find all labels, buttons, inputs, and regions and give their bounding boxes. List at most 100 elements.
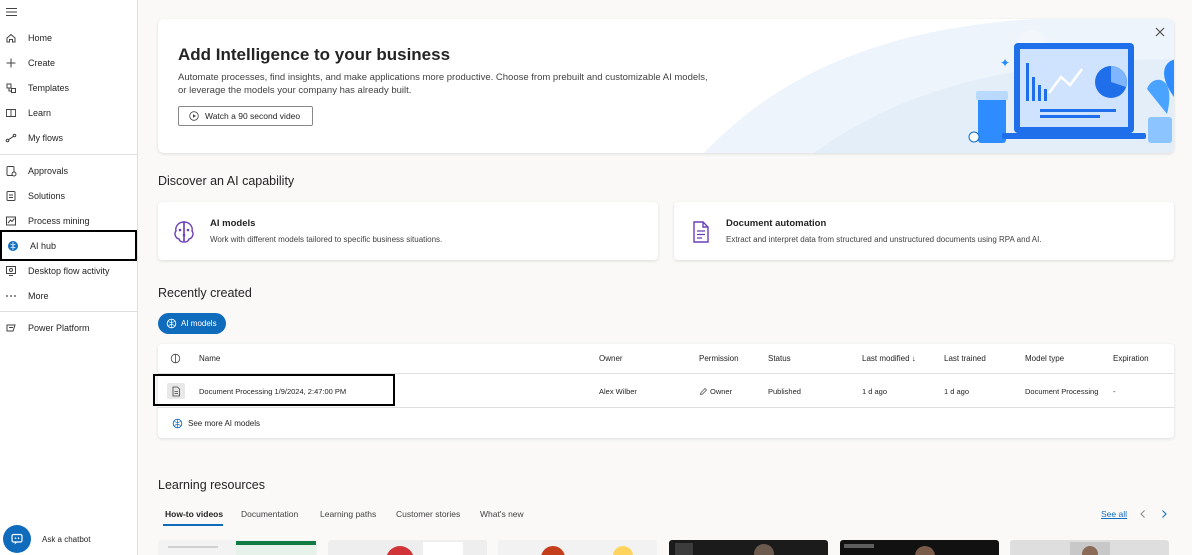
plus-icon bbox=[5, 57, 17, 69]
see-more-label: See more AI models bbox=[188, 419, 261, 428]
nav-item-label: Learn bbox=[28, 108, 52, 118]
ai-models-filter-pill[interactable]: AI models bbox=[158, 313, 226, 334]
nav-divider bbox=[0, 154, 138, 155]
tab-customer-stories[interactable]: Customer stories bbox=[396, 509, 460, 519]
video-thumbnail[interactable] bbox=[840, 540, 999, 555]
last-trained-cell: 1 d ago bbox=[944, 387, 970, 396]
nav-item-desktop-flow-activity[interactable]: Desktop flow activity bbox=[0, 259, 138, 283]
nav-item-label: Home bbox=[28, 33, 53, 43]
close-icon[interactable] bbox=[1154, 26, 1166, 38]
nav-item-label: Create bbox=[28, 58, 56, 68]
document-automation-icon bbox=[693, 221, 709, 243]
nav-item-solutions[interactable]: Solutions bbox=[0, 184, 138, 208]
column-header-last-trained[interactable]: Last trained bbox=[944, 354, 986, 363]
row-divider bbox=[158, 407, 1174, 408]
tab-whats-new[interactable]: What's new bbox=[480, 509, 524, 519]
nav-item-approvals[interactable]: Approvals bbox=[0, 159, 138, 183]
power-platform-icon bbox=[5, 322, 17, 334]
pencil-icon bbox=[700, 388, 707, 395]
column-header-permission[interactable]: Permission bbox=[699, 354, 739, 363]
watch-video-button[interactable]: Watch a 90 second video bbox=[178, 106, 314, 126]
nav-item-label: Approvals bbox=[28, 166, 69, 176]
tab-learning-paths[interactable]: Learning paths bbox=[320, 509, 376, 519]
nav-item-create[interactable]: Create bbox=[0, 51, 138, 75]
see-more-ai-models-link[interactable]: See more AI models bbox=[172, 418, 260, 429]
document-automation-card[interactable]: Document automation Extract and interpre… bbox=[674, 202, 1174, 260]
ai-models-card[interactable]: AI models Work with different models tai… bbox=[158, 202, 658, 260]
nav-item-label: Desktop flow activity bbox=[28, 266, 110, 276]
play-icon bbox=[189, 111, 199, 121]
last-modified-cell: 1 d ago bbox=[862, 387, 888, 396]
chatbot-label: Ask a chatbot bbox=[42, 534, 91, 544]
nav-item-label: More bbox=[28, 291, 49, 301]
permission-label: Owner bbox=[710, 387, 733, 396]
recently-created-title: Recently created bbox=[158, 286, 252, 300]
ai-models-icon bbox=[174, 221, 194, 243]
video-thumbnail[interactable] bbox=[498, 540, 657, 555]
column-header-model-type[interactable]: Model type bbox=[1025, 354, 1064, 363]
chevron-left-icon[interactable] bbox=[1138, 509, 1148, 519]
column-header-last-modified[interactable]: Last modified ↓ bbox=[862, 354, 916, 363]
approvals-icon bbox=[5, 165, 17, 177]
document-automation-card-title: Document automation bbox=[726, 218, 827, 229]
video-thumbnail[interactable] bbox=[669, 540, 828, 555]
nav-item-templates[interactable]: Templates bbox=[0, 76, 138, 100]
video-thumbnail[interactable] bbox=[158, 540, 317, 555]
tab-documentation[interactable]: Documentation bbox=[241, 509, 298, 519]
nav-item-ai-hub[interactable]: AI hub bbox=[0, 230, 137, 261]
chevron-right-icon[interactable] bbox=[1159, 509, 1169, 519]
discover-section-title: Discover an AI capability bbox=[158, 174, 295, 188]
nav-item-learn[interactable]: Learn bbox=[0, 101, 138, 125]
nav-item-label: My flows bbox=[28, 133, 64, 143]
highlight-box bbox=[153, 374, 395, 406]
more-icon bbox=[5, 290, 17, 302]
svg-text:✦: ✦ bbox=[1000, 56, 1010, 70]
nav-item-my-flows[interactable]: My flows bbox=[0, 126, 138, 150]
video-thumbnail[interactable] bbox=[1010, 540, 1169, 555]
ai-models-icon bbox=[166, 318, 177, 329]
nav-item-label: Process mining bbox=[28, 216, 90, 226]
home-icon bbox=[5, 32, 17, 44]
hero-description: Automate processes, find insights, and m… bbox=[178, 72, 708, 96]
model-type-cell: Document Processing bbox=[1025, 387, 1099, 396]
nav-item-label: Solutions bbox=[28, 191, 66, 201]
hero-banner: ✦ Add Intelligence to your business Auto… bbox=[158, 19, 1174, 153]
nav-item-more[interactable]: More bbox=[0, 284, 138, 308]
ask-chatbot-button[interactable]: Ask a chatbot bbox=[3, 525, 90, 553]
solutions-icon bbox=[5, 190, 17, 202]
status-cell: Published bbox=[768, 387, 801, 396]
expiration-cell: - bbox=[1113, 387, 1116, 396]
document-automation-card-description: Extract and interpret data from structur… bbox=[726, 235, 1042, 244]
ai-models-card-title: AI models bbox=[210, 218, 256, 229]
nav-item-home[interactable]: Home bbox=[0, 26, 138, 50]
ai-models-icon bbox=[172, 418, 183, 429]
see-all-link[interactable]: See all bbox=[1101, 509, 1127, 519]
nav-item-label: AI hub bbox=[30, 240, 57, 251]
column-header-name[interactable]: Name bbox=[199, 354, 220, 363]
learning-resources-title: Learning resources bbox=[158, 478, 266, 492]
process-mining-icon bbox=[5, 215, 17, 227]
hero-title: Add Intelligence to your business bbox=[178, 45, 451, 64]
ai-models-card-description: Work with different models tailored to s… bbox=[210, 235, 443, 244]
column-header-expiration[interactable]: Expiration bbox=[1113, 354, 1149, 363]
active-tab-indicator bbox=[163, 524, 223, 526]
desktop-flow-icon bbox=[5, 265, 17, 277]
nav-item-label: Power Platform bbox=[28, 323, 90, 333]
watch-video-label: Watch a 90 second video bbox=[205, 111, 301, 121]
chatbot-icon[interactable] bbox=[3, 525, 31, 553]
permission-cell: Owner bbox=[699, 387, 732, 396]
item-type-icon bbox=[170, 353, 181, 364]
recent-models-table: Name Owner Permission Status Last modifi… bbox=[153, 344, 1174, 438]
column-header-status[interactable]: Status bbox=[768, 354, 791, 363]
nav-item-label: Templates bbox=[28, 83, 70, 93]
nav-divider bbox=[0, 311, 138, 312]
book-icon bbox=[5, 107, 17, 119]
nav-item-power-platform[interactable]: Power Platform bbox=[0, 316, 138, 340]
templates-icon bbox=[5, 82, 17, 94]
hamburger-menu-icon[interactable] bbox=[5, 5, 19, 19]
ai-models-filter-label: AI models bbox=[181, 319, 217, 328]
video-thumbnail[interactable] bbox=[328, 540, 487, 555]
column-header-owner[interactable]: Owner bbox=[599, 354, 623, 363]
owner-cell: Alex Wilber bbox=[599, 387, 637, 396]
tab-how-to-videos[interactable]: How-to videos bbox=[165, 509, 223, 519]
